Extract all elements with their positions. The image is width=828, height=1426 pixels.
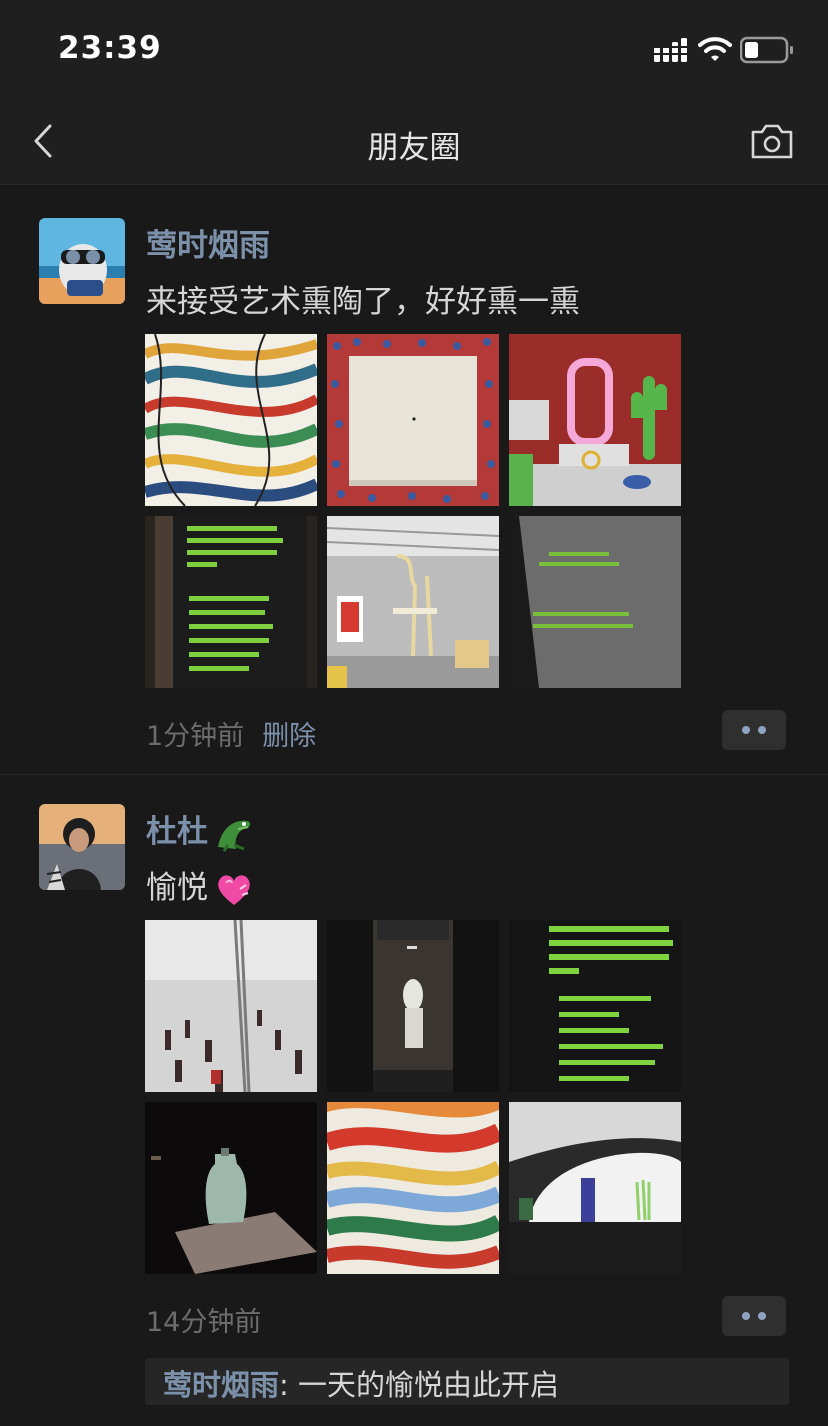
post-text-content: 愉悦 [146,870,208,906]
more-actions-button[interactable] [722,1296,786,1336]
delete-link[interactable]: 删除 [262,721,316,752]
nav-bar: 朋友圈 [0,100,828,185]
photo-thumbnail[interactable] [145,516,317,688]
author-name-text: 杜杜 [146,814,208,850]
status-bar: 23:39 [0,0,828,100]
comment-item[interactable]: 莺时烟雨: 一天的愉悦由此开启 [163,1362,771,1404]
dot-icon [758,1312,766,1320]
battery-icon [740,36,793,64]
author-name[interactable]: 杜杜 [146,806,254,853]
avatar[interactable] [39,804,125,890]
wifi-icon [698,37,732,61]
comment-author[interactable]: 莺时烟雨 [163,1368,279,1402]
dot-icon [742,1312,750,1320]
moment-post: 莺时烟雨 来接受艺术熏陶了，好好熏一熏 1分钟前 删除 [0,186,828,775]
post-text: 来接受艺术熏陶了，好好熏一熏 [146,284,580,320]
status-time: 23:39 [58,30,162,66]
more-actions-button[interactable] [722,710,786,750]
page-title: 朋友圈 [367,130,461,166]
camera-icon[interactable] [750,122,794,160]
photo-grid [145,334,682,688]
photo-grid [145,920,682,1274]
photo-thumbnail[interactable] [145,334,317,506]
post-meta: 14分钟前 [146,1300,261,1339]
dot-icon [742,726,750,734]
dot-icon [758,726,766,734]
post-text: 愉悦 [146,862,254,909]
photo-thumbnail[interactable] [509,920,681,1092]
moment-post: 杜杜 愉悦 14分钟前 莺时烟雨: 一天的愉悦由此开启 [0,776,828,1426]
photo-thumbnail[interactable] [509,1102,681,1274]
photo-thumbnail[interactable] [327,1102,499,1274]
photo-thumbnail[interactable] [327,334,499,506]
crocodile-icon [218,820,251,852]
photo-thumbnail[interactable] [327,516,499,688]
photo-thumbnail[interactable] [145,920,317,1092]
comment-text: 一天的愉悦由此开启 [298,1368,560,1402]
pink-heart-icon [218,874,250,905]
photo-thumbnail[interactable] [145,1102,317,1274]
avatar[interactable] [39,218,125,304]
photo-thumbnail[interactable] [509,334,681,506]
post-meta: 1分钟前 删除 [146,714,316,753]
signal-icon [654,38,687,62]
comment-separator: : [279,1368,299,1402]
comment-list: 莺时烟雨: 一天的愉悦由此开启 [145,1358,789,1405]
post-time: 14分钟前 [146,1307,262,1338]
post-time: 1分钟前 [146,721,245,752]
photo-thumbnail[interactable] [509,516,681,688]
photo-thumbnail[interactable] [327,920,499,1092]
author-name[interactable]: 莺时烟雨 [146,220,270,265]
